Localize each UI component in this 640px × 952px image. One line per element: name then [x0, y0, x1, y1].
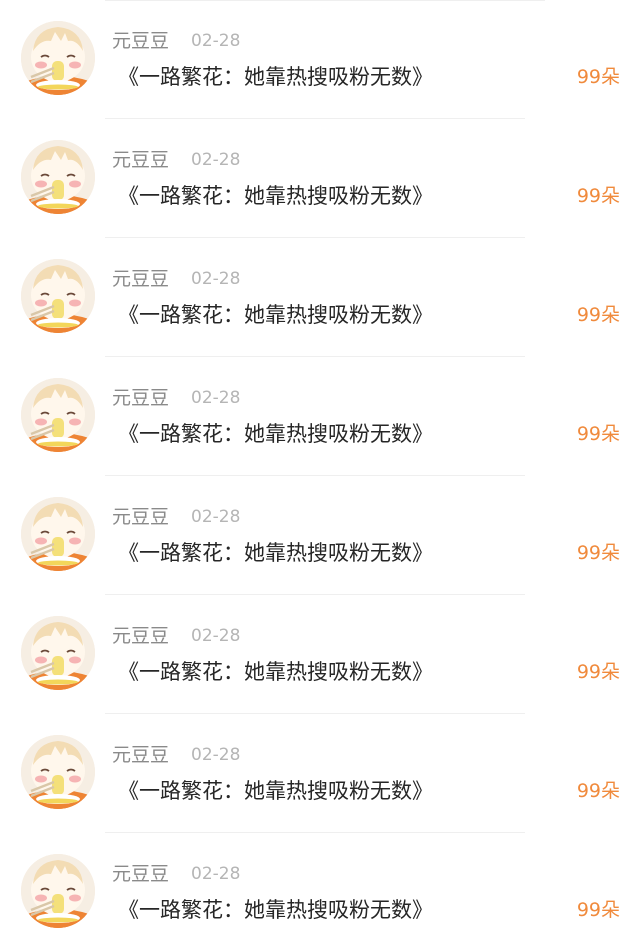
anime-girl-avatar-icon[interactable] — [21, 854, 95, 928]
anime-girl-avatar-icon[interactable] — [21, 497, 95, 571]
book-title[interactable]: 《一路繁花：她靠热搜吸粉无数》 — [118, 776, 433, 806]
gift-row[interactable]: 元豆豆 02-28 《一路繁花：她靠热搜吸粉无数》 99朵 — [0, 476, 640, 595]
gift-row[interactable]: 元豆豆 02-28 《一路繁花：她靠热搜吸粉无数》 99朵 — [0, 0, 640, 119]
user-name[interactable]: 元豆豆 — [112, 267, 169, 291]
book-title[interactable]: 《一路繁花：她靠热搜吸粉无数》 — [118, 181, 433, 211]
gift-date: 02-28 — [191, 269, 241, 289]
flower-count: 99朵 — [576, 304, 620, 326]
anime-girl-avatar-icon[interactable] — [21, 616, 95, 690]
user-name[interactable]: 元豆豆 — [112, 624, 169, 648]
gift-date: 02-28 — [191, 31, 241, 51]
flower-count: 99朵 — [576, 185, 620, 207]
anime-girl-avatar-icon[interactable] — [21, 735, 95, 809]
gift-date: 02-28 — [191, 626, 241, 646]
gift-row[interactable]: 元豆豆 02-28 《一路繁花：她靠热搜吸粉无数》 99朵 — [0, 238, 640, 357]
anime-girl-avatar-icon[interactable] — [21, 378, 95, 452]
gift-date: 02-28 — [191, 864, 241, 884]
book-title[interactable]: 《一路繁花：她靠热搜吸粉无数》 — [118, 300, 433, 330]
flower-count: 99朵 — [576, 423, 620, 445]
user-name[interactable]: 元豆豆 — [112, 148, 169, 172]
flower-count: 99朵 — [576, 899, 620, 921]
user-name[interactable]: 元豆豆 — [112, 386, 169, 410]
gift-date: 02-28 — [191, 745, 241, 765]
book-title[interactable]: 《一路繁花：她靠热搜吸粉无数》 — [118, 895, 433, 925]
gift-date: 02-28 — [191, 507, 241, 527]
gift-row[interactable]: 元豆豆 02-28 《一路繁花：她靠热搜吸粉无数》 99朵 — [0, 357, 640, 476]
anime-girl-avatar-icon[interactable] — [21, 259, 95, 333]
gift-row[interactable]: 元豆豆 02-28 《一路繁花：她靠热搜吸粉无数》 99朵 — [0, 714, 640, 833]
book-title[interactable]: 《一路繁花：她靠热搜吸粉无数》 — [118, 62, 433, 92]
gift-row[interactable]: 元豆豆 02-28 《一路繁花：她靠热搜吸粉无数》 99朵 — [0, 119, 640, 238]
anime-girl-avatar-icon[interactable] — [21, 140, 95, 214]
flower-count: 99朵 — [576, 542, 620, 564]
book-title[interactable]: 《一路繁花：她靠热搜吸粉无数》 — [118, 419, 433, 449]
gift-row[interactable]: 元豆豆 02-28 《一路繁花：她靠热搜吸粉无数》 99朵 — [0, 595, 640, 714]
gift-row[interactable]: 元豆豆 02-28 《一路繁花：她靠热搜吸粉无数》 99朵 — [0, 833, 640, 952]
gift-date: 02-28 — [191, 150, 241, 170]
flower-count: 99朵 — [576, 66, 620, 88]
user-name[interactable]: 元豆豆 — [112, 743, 169, 767]
user-name[interactable]: 元豆豆 — [112, 29, 169, 53]
user-name[interactable]: 元豆豆 — [112, 505, 169, 529]
flower-count: 99朵 — [576, 780, 620, 802]
user-name[interactable]: 元豆豆 — [112, 862, 169, 886]
book-title[interactable]: 《一路繁花：她靠热搜吸粉无数》 — [118, 538, 433, 568]
flower-count: 99朵 — [576, 661, 620, 683]
book-title[interactable]: 《一路繁花：她靠热搜吸粉无数》 — [118, 657, 433, 687]
gift-date: 02-28 — [191, 388, 241, 408]
anime-girl-avatar-icon[interactable] — [21, 21, 95, 95]
